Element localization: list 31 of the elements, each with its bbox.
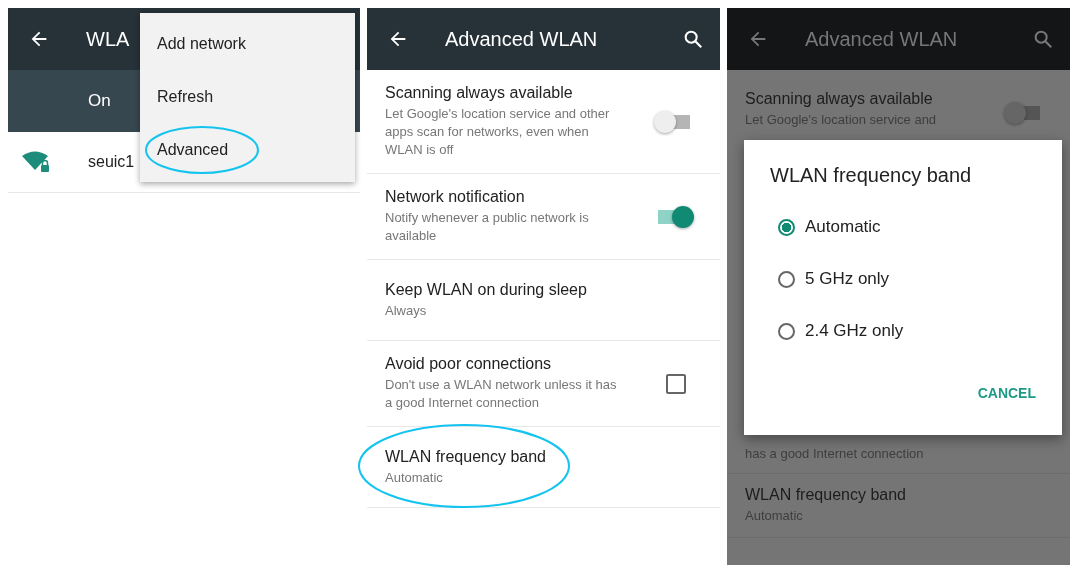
setting-title[interactable]: Network notification — [385, 188, 654, 206]
dialog-title: WLAN frequency band — [770, 164, 973, 187]
menu-item[interactable]: Add network — [140, 17, 355, 70]
screen-title: WLA — [86, 27, 130, 51]
setting-summary: Always — [385, 301, 428, 320]
setting-title: Scanning always available — [745, 90, 934, 108]
setting-title[interactable]: Avoid poor connections — [385, 355, 666, 373]
menu-item[interactable]: Advanced — [140, 123, 355, 176]
option-label[interactable]: 2.4 GHz only — [805, 321, 904, 341]
setting-summary: Don't use a WLAN network unless it has a good Internet connection — [385, 376, 618, 412]
status-label: On — [88, 91, 111, 111]
setting-title[interactable]: WLAN frequency band — [385, 447, 702, 466]
radio-button[interactable] — [778, 322, 795, 340]
setting-title[interactable]: Keep WLAN on during sleep — [385, 280, 702, 299]
menu-item[interactable]: Refresh — [140, 70, 355, 123]
wifi-lock-icon — [22, 150, 52, 174]
option-label[interactable]: Automatic — [805, 217, 881, 237]
search-icon[interactable] — [682, 28, 704, 50]
radio-button[interactable] — [778, 218, 795, 236]
setting-summary: Automatic — [745, 507, 804, 525]
setting-summary: Let Google's location service and other apps scan for networks, even when WLAN is off — [385, 105, 611, 159]
setting-summary: Notify whenever a public network is available — [385, 209, 590, 245]
radio-button[interactable] — [778, 270, 795, 288]
option-label[interactable]: 5 GHz only — [805, 269, 890, 289]
setting-summary: Automatic — [385, 468, 444, 487]
checkbox[interactable] — [666, 373, 686, 394]
network-name[interactable]: seuic1 — [88, 153, 135, 171]
setting-title[interactable]: Scanning always available — [385, 84, 654, 102]
setting-title: WLAN frequency band — [745, 486, 907, 504]
screen-title: Advanced WLAN — [805, 27, 958, 51]
screen-title: Advanced WLAN — [445, 27, 598, 51]
